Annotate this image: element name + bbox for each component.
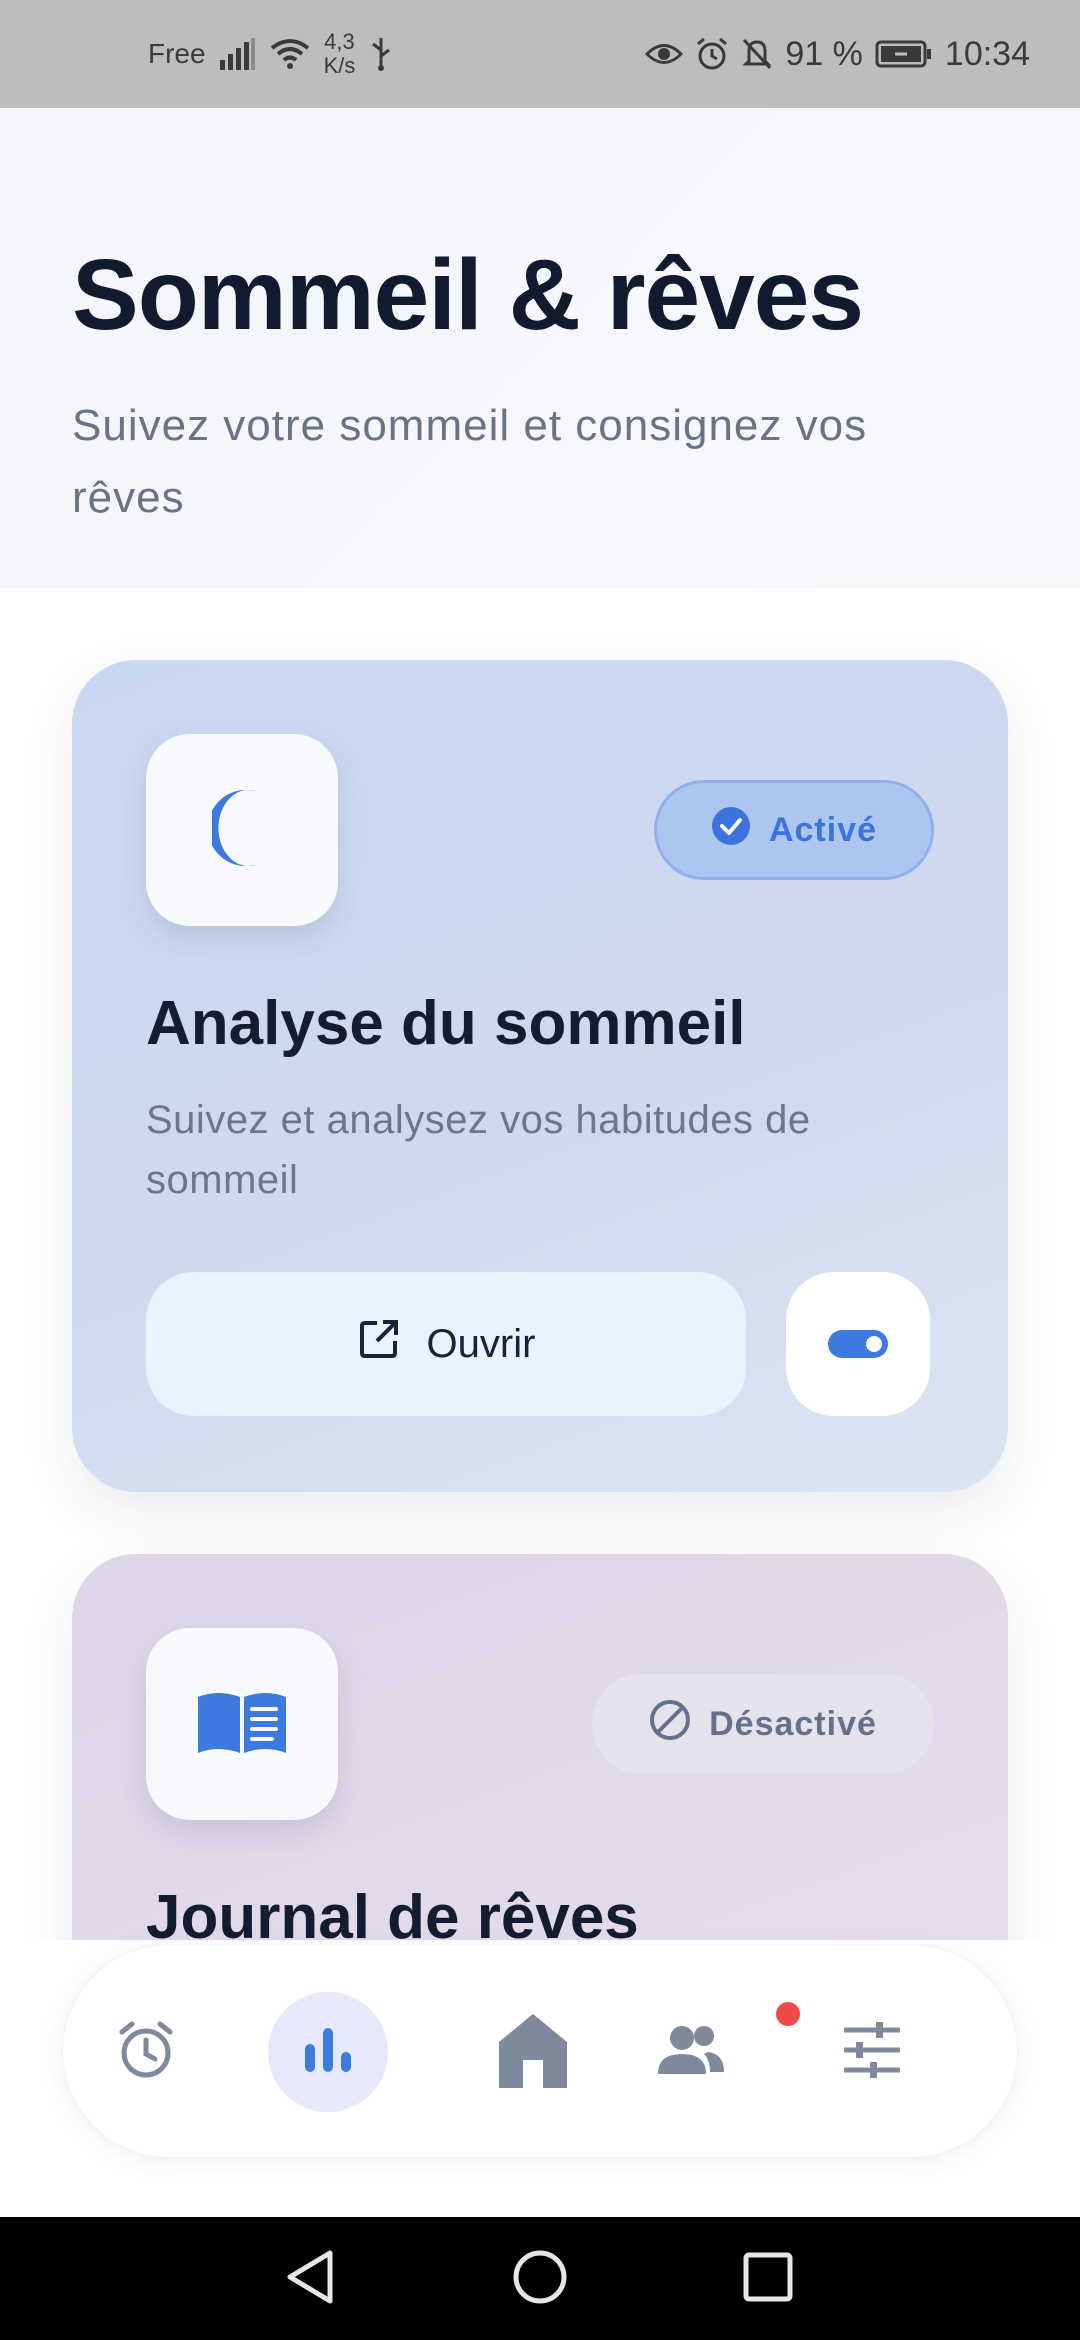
home-icon [497,2012,569,2093]
external-link-icon [357,1317,401,1371]
nav-settings[interactable] [812,1992,932,2112]
mute-bell-icon [741,37,773,71]
recents-button[interactable] [733,2244,803,2314]
alarm-status-icon [695,37,729,71]
book-icon [196,1689,288,1760]
chart-icon [301,2026,355,2079]
status-badge-label: Activé [768,810,878,849]
usb-icon [369,36,393,72]
card-title: Analyse du sommeil [146,989,746,1058]
open-button[interactable]: Ouvrir [146,1272,746,1416]
battery-percent: 91 % [785,34,863,73]
speed-value: 4,3 [324,29,355,54]
page-header: Sommeil & rêves Suivez votre sommeil et … [0,108,1080,588]
page-title: Sommeil & rêves [72,239,864,351]
speed-unit: K/s [323,53,356,78]
home-system-button[interactable] [505,2244,575,2314]
feature-icon-tile [146,734,338,926]
nav-alarm[interactable] [86,1992,206,2112]
status-badge-label: Désactivé [709,1704,877,1743]
wifi-icon [270,38,310,70]
feature-card-sleep-analysis: Activé Analyse du sommeil Suivez et anal… [72,660,1008,1492]
eye-icon [645,41,684,67]
page-subtitle: Suivez votre sommeil et consignez vos rê… [72,401,868,522]
enable-toggle-button[interactable] [786,1272,930,1416]
block-icon [649,1699,691,1750]
feature-icon-tile [146,1628,338,1820]
back-button[interactable] [274,2244,344,2314]
nav-community[interactable] [630,1992,750,2112]
open-button-label: Ouvrir [426,1321,536,1366]
network-speed: 4,3 K/s [324,30,356,78]
toggle-on-icon [828,1330,888,1358]
clock: 10:34 [944,34,1030,73]
notification-dot [776,2002,800,2026]
battery-icon [875,39,933,69]
nav-stats[interactable] [268,1992,388,2112]
carrier-label: Free [148,38,206,69]
settings-sliders-icon [842,2021,902,2083]
home-circle-icon [512,2249,568,2310]
recents-square-icon [742,2251,794,2308]
signal-icon [219,38,256,70]
status-bar: Free 4,3 K/s 91 % 10:34 [0,0,1080,108]
back-triangle-icon [284,2249,334,2310]
alarm-icon [116,2020,176,2085]
check-circle-icon [711,806,751,855]
card-description: Suivez et analysez vos habitudes de somm… [146,1098,811,1202]
people-icon [654,2024,726,2081]
moon-icon [207,788,272,873]
nav-home[interactable] [473,1992,593,2112]
status-badge-disabled: Désactivé [592,1674,934,1774]
status-badge-active: Activé [654,780,934,880]
